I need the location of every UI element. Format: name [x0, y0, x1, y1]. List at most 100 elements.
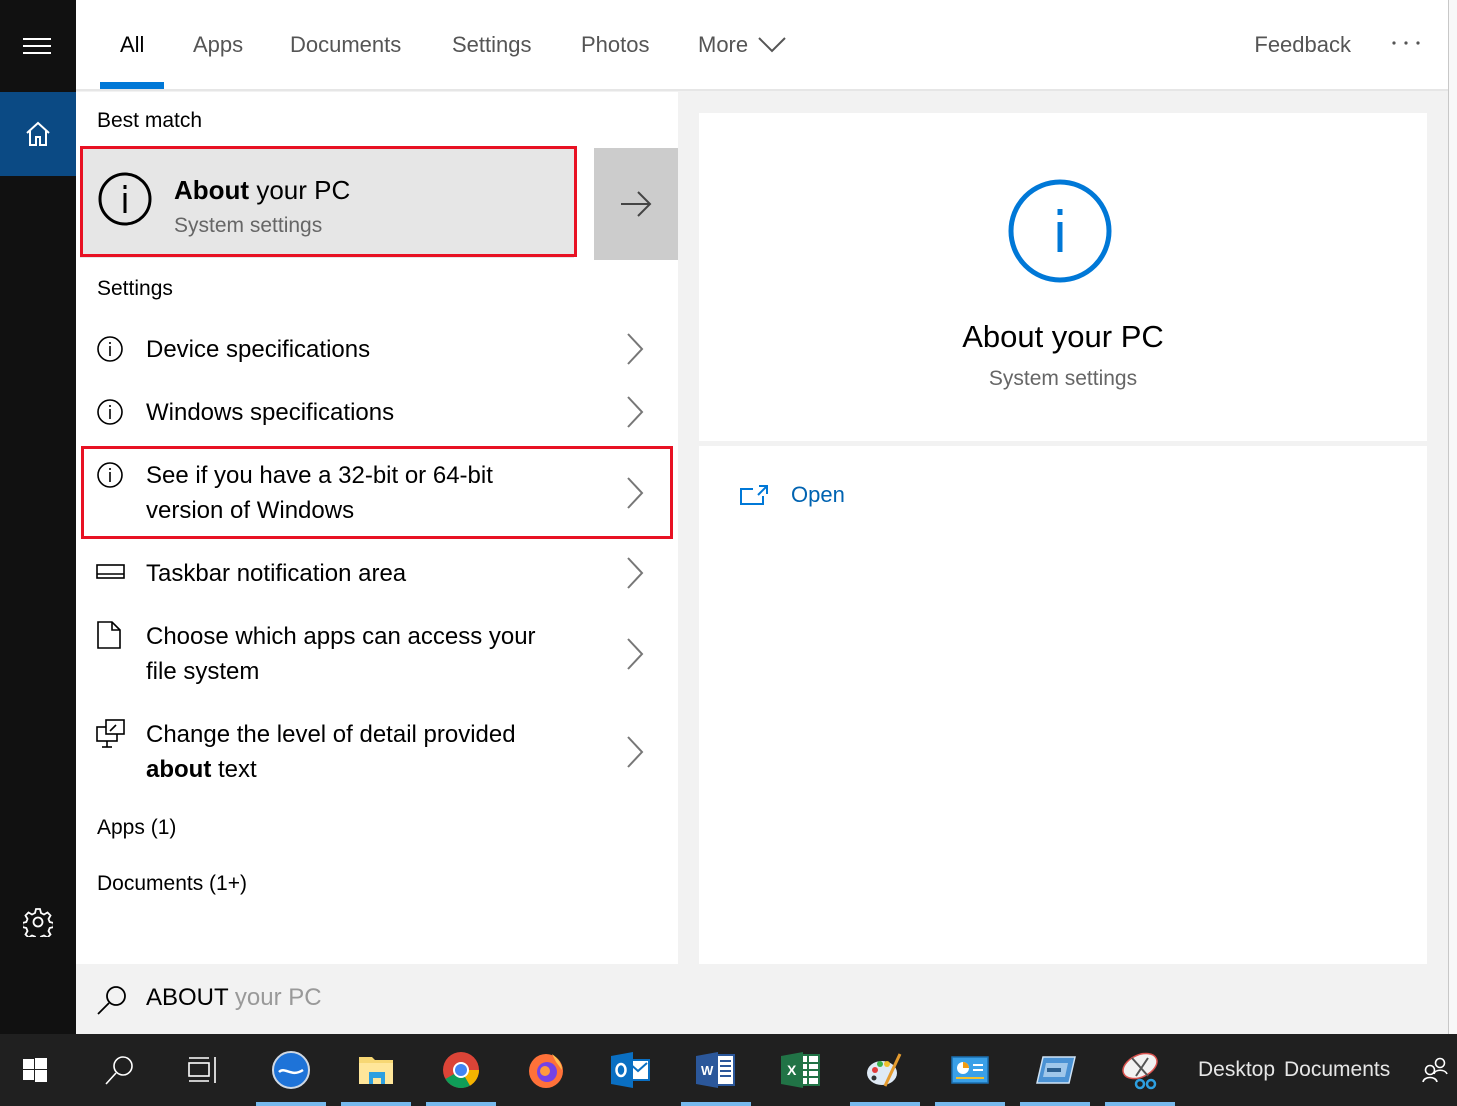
more-options-button[interactable] — [1388, 28, 1424, 58]
taskbar-app-file-explorer[interactable] — [341, 1034, 411, 1106]
taskbar-app-snipping-tool[interactable] — [1105, 1034, 1175, 1106]
gear-icon — [23, 908, 53, 937]
task-view-button[interactable] — [168, 1034, 238, 1106]
chevron-right-icon — [627, 638, 644, 670]
search-icon — [105, 1056, 133, 1085]
start-button[interactable] — [0, 1034, 70, 1106]
apps-heading[interactable]: Apps (1) — [97, 816, 176, 840]
windows-logo-icon — [23, 1058, 47, 1082]
best-match-title: About your PC — [174, 175, 351, 205]
open-button[interactable]: Open — [739, 482, 845, 508]
taskbar-app-display[interactable] — [1020, 1034, 1090, 1106]
settings-heading: Settings — [97, 277, 173, 300]
info-icon — [97, 399, 123, 425]
running-indicator — [681, 1102, 751, 1106]
info-icon-large — [1008, 179, 1112, 283]
chevron-right-icon — [627, 736, 644, 768]
taskbar-icon — [96, 564, 125, 579]
list-item[interactable]: Choose which apps can access your file sy… — [76, 617, 678, 693]
document-icon — [97, 621, 121, 649]
chevron-right-icon — [627, 477, 644, 509]
folder-icon — [359, 1057, 393, 1084]
running-indicator — [256, 1102, 326, 1106]
running-indicator — [426, 1102, 496, 1106]
search-scope-tabs: All Apps Documents Settings Photos More … — [76, 0, 1448, 91]
tab-photos[interactable]: Photos — [581, 0, 650, 89]
results-panel: Best match About your PC System settings… — [76, 92, 678, 964]
preview-subtitle: System settings — [988, 367, 1138, 390]
search-autocomplete: your PC — [228, 984, 322, 1011]
active-tab-indicator — [100, 82, 165, 89]
list-item[interactable]: Change the level of detail provided about… — [76, 715, 678, 791]
preview-card: About your PC System settings — [699, 113, 1427, 441]
toolbar-desktop[interactable]: Desktop — [1198, 1034, 1275, 1106]
taskbar-app-paint[interactable] — [850, 1034, 920, 1106]
firefox-icon — [529, 1054, 563, 1088]
home-icon — [26, 121, 50, 146]
running-indicator — [341, 1102, 411, 1106]
search-icon — [97, 986, 126, 1015]
taskbar-app-outlook[interactable] — [596, 1034, 666, 1106]
running-indicator — [850, 1102, 920, 1106]
search-box[interactable]: ABOUT your PC — [76, 964, 1448, 1034]
open-external-icon — [740, 485, 768, 505]
taskbar-app-blue-orb[interactable] — [256, 1034, 326, 1106]
open-best-match-button[interactable] — [594, 148, 678, 260]
outlook-icon — [611, 1052, 650, 1088]
chevron-right-icon — [627, 557, 644, 589]
people-button[interactable] — [1412, 1034, 1457, 1106]
feedback-link[interactable]: Feedback — [1254, 0, 1351, 89]
list-item[interactable]: Windows specifications — [76, 393, 678, 433]
hamburger-icon — [23, 38, 51, 54]
preview-title: About your PC — [962, 319, 1164, 354]
people-icon — [1421, 1057, 1448, 1083]
menu-button[interactable] — [0, 0, 76, 92]
best-match-item[interactable]: About your PC System settings — [80, 148, 574, 258]
control-panel-icon — [951, 1056, 989, 1084]
arrow-right-icon — [621, 191, 652, 217]
taskbar-app-word[interactable]: W — [681, 1034, 751, 1106]
excel-icon: X — [781, 1052, 820, 1088]
list-item[interactable]: Device specifications — [76, 330, 678, 370]
left-rail — [0, 0, 76, 1034]
search-input[interactable]: ABOUT your PC — [146, 984, 322, 1012]
paint-palette-icon — [867, 1053, 902, 1087]
snipping-tool-icon — [1122, 1052, 1158, 1090]
task-view-icon — [188, 1057, 216, 1083]
chevron-right-icon — [627, 333, 644, 365]
preview-actions: Open — [699, 446, 1427, 964]
running-indicator — [1105, 1102, 1175, 1106]
tab-all[interactable]: All — [100, 0, 165, 89]
home-button[interactable] — [0, 92, 76, 176]
best-match-heading: Best match — [97, 109, 203, 132]
blue-orb-app-icon — [272, 1051, 310, 1089]
background-window-edge — [1448, 0, 1457, 1034]
windows-search-screen: All Apps Documents Settings Photos More … — [0, 0, 1457, 1106]
svg-text:W: W — [701, 1063, 714, 1078]
settings-button[interactable] — [0, 880, 76, 964]
chevron-down-icon — [758, 36, 786, 52]
chrome-icon — [443, 1052, 479, 1089]
word-icon: W — [696, 1052, 735, 1088]
list-item[interactable]: Taskbar notification area — [76, 554, 678, 594]
taskbar: W X Desktop Documents — [0, 1034, 1457, 1106]
svg-text:X: X — [787, 1062, 797, 1078]
tab-more[interactable]: More — [698, 0, 786, 89]
taskbar-search-button[interactable] — [84, 1034, 154, 1106]
tab-documents[interactable]: Documents — [290, 0, 401, 89]
best-match-subtitle: System settings — [174, 214, 323, 237]
documents-heading[interactable]: Documents (1+) — [97, 872, 247, 896]
toolbar-documents[interactable]: Documents — [1284, 1034, 1390, 1106]
taskbar-app-firefox[interactable] — [511, 1034, 581, 1106]
tab-apps[interactable]: Apps — [193, 0, 243, 89]
info-icon — [97, 336, 123, 362]
taskbar-app-excel[interactable]: X — [766, 1034, 836, 1106]
ellipsis-icon — [1392, 41, 1420, 45]
taskbar-app-control-panel[interactable] — [935, 1034, 1005, 1106]
tab-settings[interactable]: Settings — [452, 0, 532, 89]
info-icon — [98, 172, 152, 226]
running-indicator — [1020, 1102, 1090, 1106]
list-item-32-or-64-bit[interactable]: See if you have a 32-bit or 64-bit versio… — [76, 456, 678, 532]
taskbar-app-chrome[interactable] — [426, 1034, 496, 1106]
running-indicator — [935, 1102, 1005, 1106]
